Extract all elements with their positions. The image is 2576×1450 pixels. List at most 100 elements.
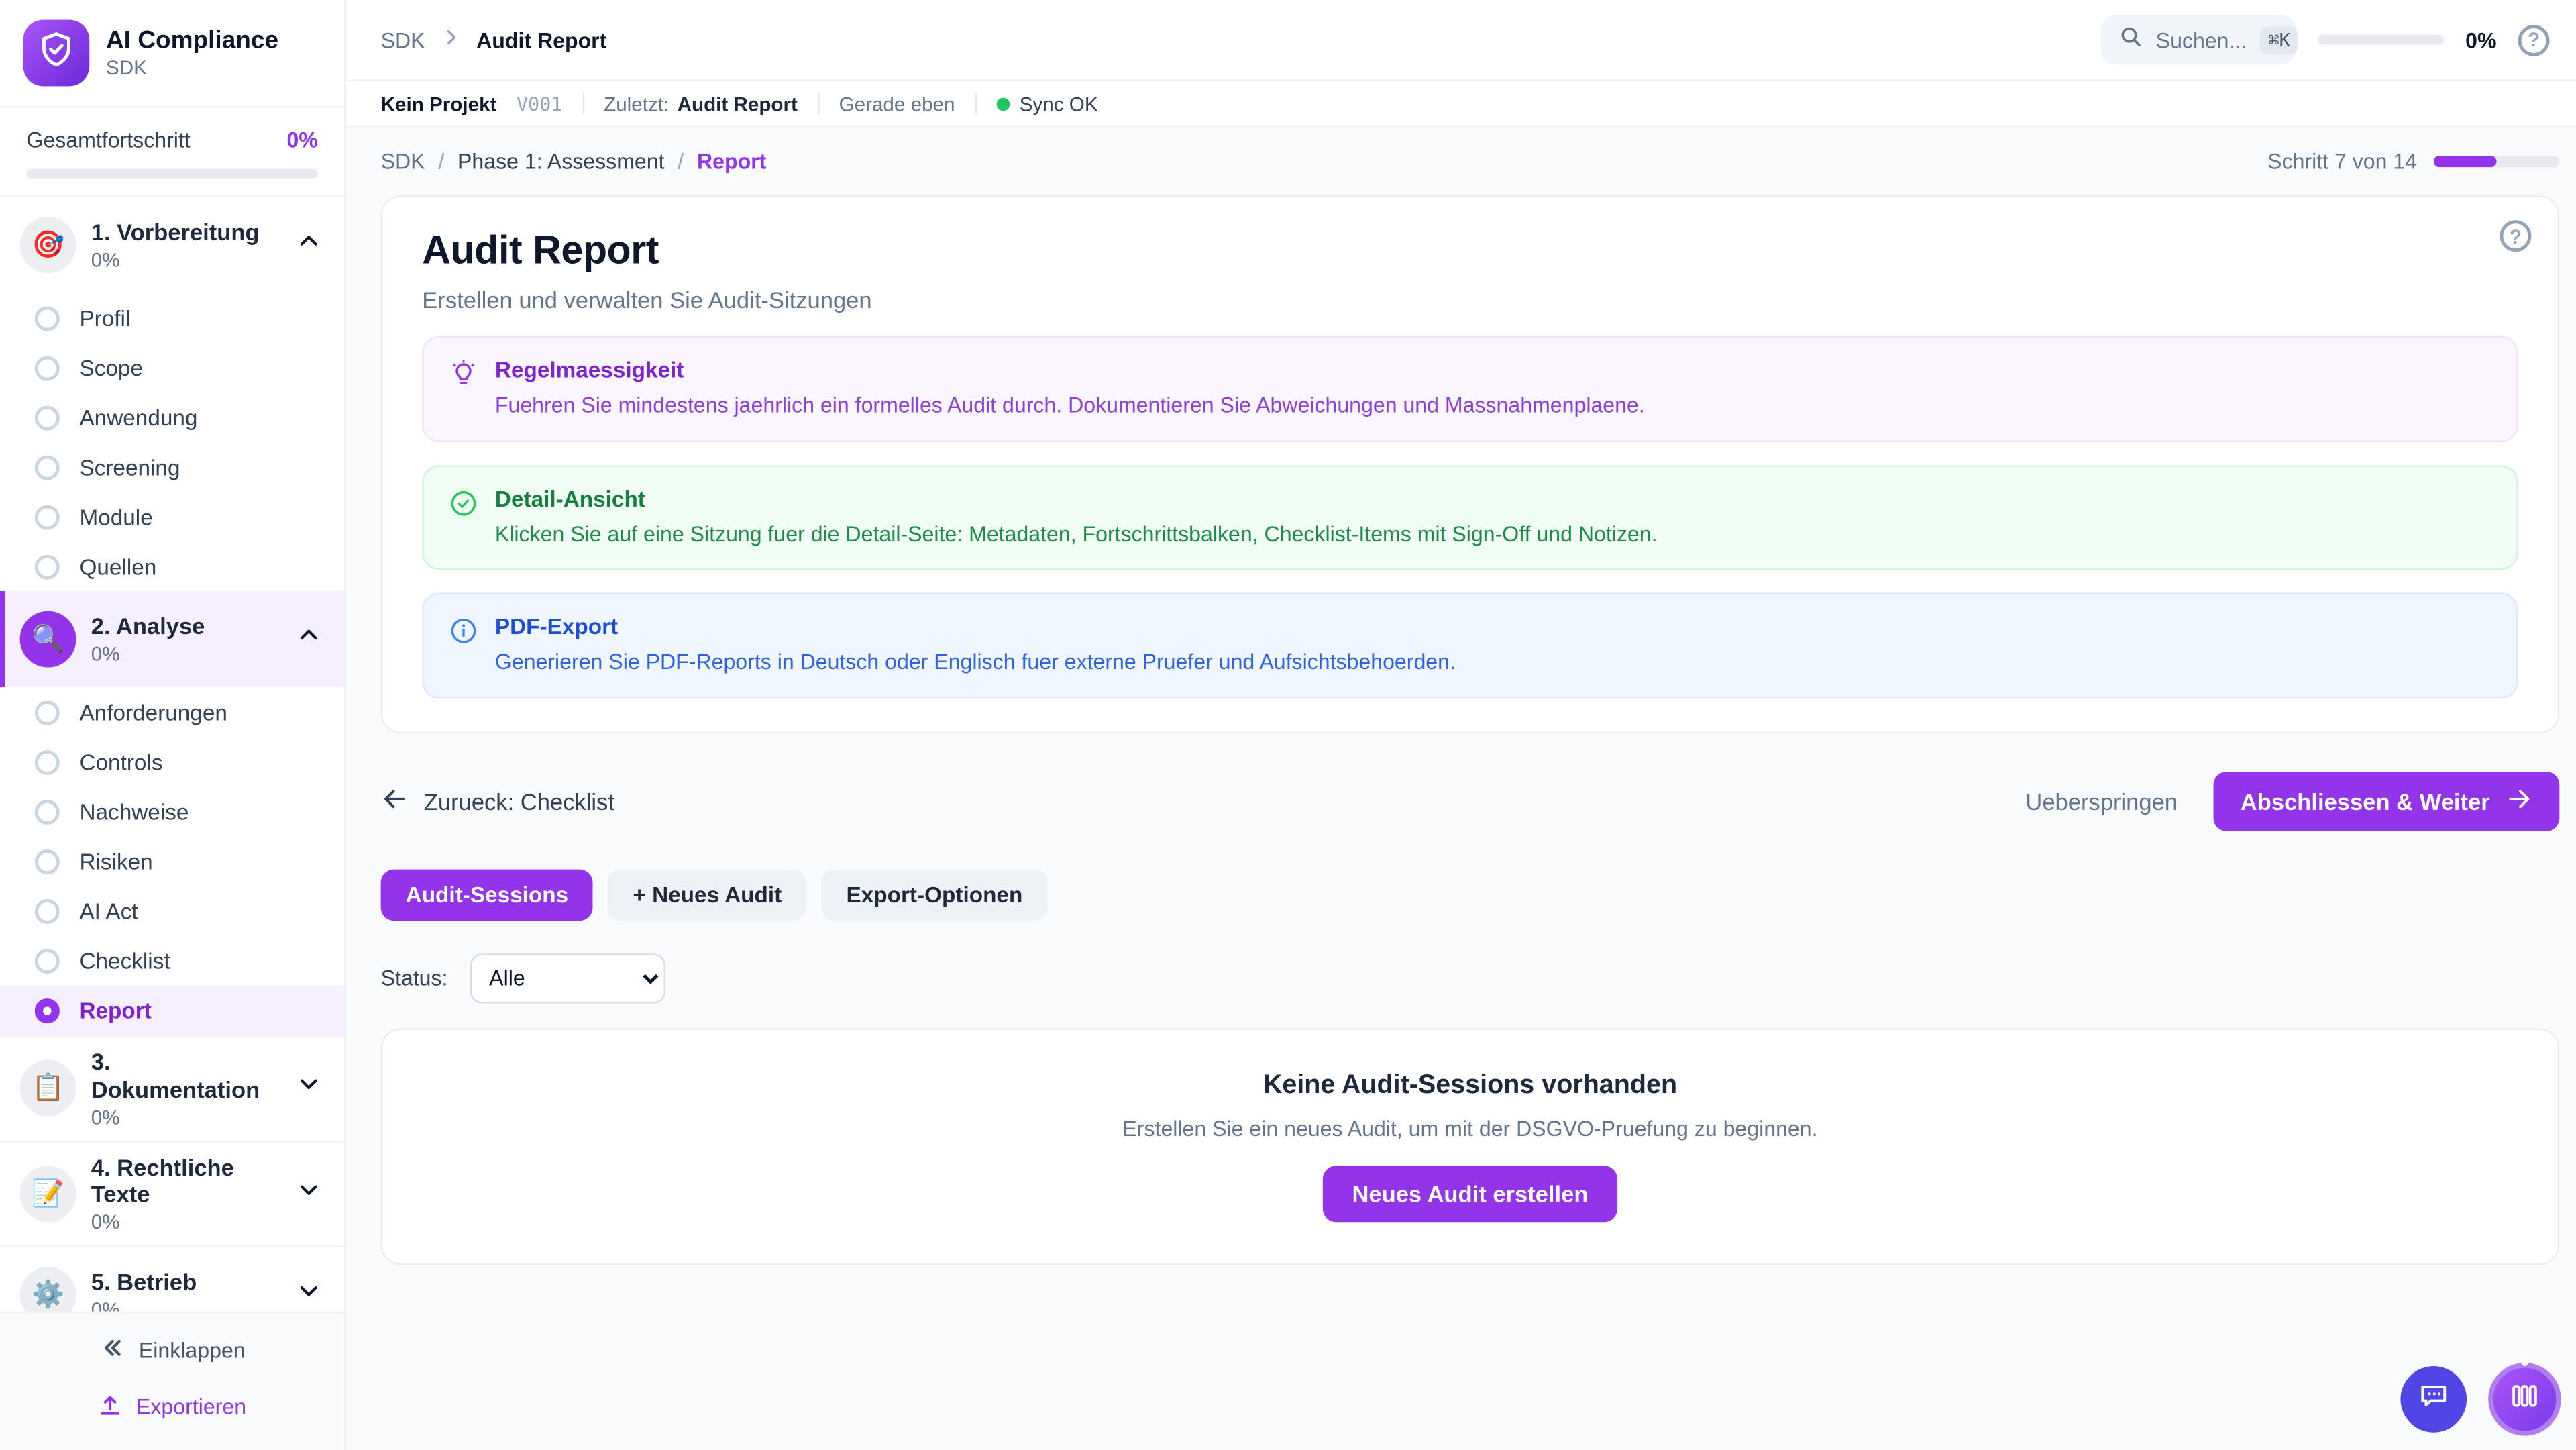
columns-icon — [2508, 1380, 2541, 1418]
create-audit-button[interactable]: Neues Audit erstellen — [1322, 1165, 1618, 1221]
breadcrumb: SDK Audit Report — [381, 26, 607, 52]
search-input[interactable]: Suchen... ⌘K — [2101, 15, 2296, 64]
section-label: 1. Vorbereitung — [91, 219, 282, 246]
sidebar-item-controls[interactable]: Controls — [0, 737, 344, 786]
app-title: AI Compliance — [106, 26, 278, 55]
sidebar-section-analyse[interactable]: 🔍 2. Analyse 0% — [0, 591, 344, 687]
tab-neues-audit[interactable]: + Neues Audit — [608, 869, 806, 921]
last-visited-label: Zuletzt: — [604, 92, 669, 115]
last-visited-value: Audit Report — [678, 92, 798, 115]
divider — [975, 93, 976, 114]
finish-next-button[interactable]: Abschliessen & Weiter — [2214, 771, 2559, 831]
sync-status: Sync OK — [996, 92, 1097, 115]
collapse-sidebar-button[interactable]: Einklappen — [89, 1332, 256, 1367]
breadcrumb-current: Audit Report — [476, 28, 606, 52]
board-view-fab-button[interactable] — [2488, 1362, 2561, 1435]
header-progress-value: 0% — [2465, 28, 2496, 52]
sidebar-item-module[interactable]: Module — [0, 492, 344, 541]
step-progress-fill — [2434, 156, 2497, 167]
info-box-body: Generieren Sie PDF-Reports in Deutsch od… — [495, 648, 1456, 676]
phase-crumb-sdk[interactable]: SDK — [381, 149, 425, 174]
section-progress: 0% — [91, 1106, 282, 1129]
phase-crumb-phase[interactable]: Phase 1: Assessment — [458, 149, 665, 174]
step-circle-icon — [35, 749, 60, 774]
back-link[interactable]: Zurueck: Checklist — [381, 784, 614, 817]
sidebar-item-anwendung[interactable]: Anwendung — [0, 393, 344, 442]
sidebar-section-dokumentation[interactable]: 📋 3. Dokumentation 0% — [0, 1035, 344, 1140]
chevron-down-icon — [297, 1072, 321, 1104]
overall-progress-track — [26, 169, 317, 179]
card-help-icon[interactable]: ? — [2500, 220, 2531, 252]
keyboard-shortcut-badge: ⌘K — [2260, 25, 2298, 54]
magnifier-icon: 🔍 — [20, 611, 76, 668]
step-circle-icon — [35, 898, 60, 923]
main-area: SDK Audit Report Suchen... ⌘K 0% ? Kein … — [346, 0, 2576, 1450]
step-progress: Schritt 7 von 14 — [2267, 149, 2559, 174]
chat-fab-button[interactable] — [2400, 1365, 2467, 1432]
sidebar-item-ai-act[interactable]: AI Act — [0, 886, 344, 935]
page-title: Audit Report — [422, 229, 2518, 275]
clipboard-icon: 📋 — [20, 1060, 76, 1117]
chevron-down-icon — [297, 1177, 321, 1210]
page-content: SDK / Phase 1: Assessment / Report Schri… — [346, 127, 2576, 1450]
sidebar-item-anforderungen[interactable]: Anforderungen — [0, 687, 344, 737]
sidebar-item-risiken[interactable]: Risiken — [0, 836, 344, 886]
sidebar-section-rechtliche-texte[interactable]: 📝 4. Rechtliche Texte 0% — [0, 1140, 344, 1245]
chat-bubble-icon — [2417, 1380, 2450, 1418]
sidebar-section-betrieb[interactable]: ⚙️ 5. Betrieb 0% — [0, 1245, 344, 1310]
overall-progress-value: 0% — [286, 127, 317, 152]
info-box-body: Fuehren Sie mindestens jaehrlich ein for… — [495, 391, 1645, 419]
divider — [818, 93, 819, 114]
phase-breadcrumb: SDK / Phase 1: Assessment / Report — [381, 149, 767, 174]
upload-icon — [98, 1392, 123, 1421]
help-icon[interactable]: ? — [2518, 24, 2550, 56]
tab-export-optionen[interactable]: Export-Optionen — [821, 869, 1047, 921]
export-button[interactable]: Exportieren — [88, 1390, 256, 1423]
info-box-title: Regelmaessigkeit — [495, 358, 1645, 382]
empty-state-card: Keine Audit-Sessions vorhanden Erstellen… — [381, 1028, 2560, 1265]
section-progress: 0% — [91, 248, 282, 272]
check-circle-icon — [449, 488, 478, 526]
info-box-title: PDF-Export — [495, 615, 1456, 639]
info-box-detail-ansicht: Detail-Ansicht Klicken Sie auf eine Sitz… — [422, 464, 2518, 570]
sidebar-item-checklist[interactable]: Checklist — [0, 935, 344, 985]
status-filter-select[interactable]: Alle — [471, 953, 666, 1003]
info-circle-icon — [449, 616, 478, 654]
step-circle-icon — [35, 554, 60, 579]
sidebar-item-scope[interactable]: Scope — [0, 343, 344, 393]
audit-report-card: ? Audit Report Erstellen und verwalten S… — [381, 195, 2560, 733]
sync-ok-dot-icon — [996, 97, 1010, 110]
phase-breadcrumb-row: SDK / Phase 1: Assessment / Report Schri… — [381, 149, 2560, 174]
sidebar-item-profil[interactable]: Profil — [0, 293, 344, 343]
section-label: 5. Betrieb — [91, 1269, 282, 1296]
phase-crumb-current: Report — [697, 149, 766, 174]
arrow-left-icon — [381, 784, 409, 817]
step-circle-icon — [35, 504, 60, 529]
info-box-title: Detail-Ansicht — [495, 486, 1658, 511]
sidebar-item-report[interactable]: Report — [0, 985, 344, 1035]
chevron-up-icon — [297, 623, 321, 656]
sidebar-item-screening[interactable]: Screening — [0, 442, 344, 492]
breadcrumb-sdk[interactable]: SDK — [381, 28, 425, 52]
chevron-down-icon — [297, 1279, 321, 1311]
step-circle-icon — [35, 948, 60, 973]
memo-icon: 📝 — [20, 1166, 76, 1222]
step-circle-icon — [35, 799, 60, 824]
skip-button[interactable]: Ueberspringen — [2025, 788, 2178, 814]
step-circle-icon — [35, 700, 60, 725]
sidebar-item-quellen[interactable]: Quellen — [0, 541, 344, 591]
app-logo — [23, 20, 90, 87]
sidebar-item-nachweise[interactable]: Nachweise — [0, 786, 344, 836]
step-circle-icon — [35, 405, 60, 429]
header-progress-track — [2318, 35, 2445, 45]
top-bar: SDK Audit Report Suchen... ⌘K 0% ? — [346, 0, 2576, 81]
tab-audit-sessions[interactable]: Audit-Sessions — [381, 869, 594, 921]
overall-progress-label: Gesamtfortschritt — [26, 127, 190, 152]
divider — [582, 93, 584, 114]
section-progress: 0% — [91, 642, 282, 666]
step-circle-active-icon — [35, 998, 60, 1023]
section-progress: 0% — [91, 1298, 282, 1310]
sidebar-section-vorbereitung[interactable]: 🎯 1. Vorbereitung 0% — [0, 197, 344, 293]
lightbulb-icon — [449, 360, 478, 398]
info-box-body: Klicken Sie auf eine Sitzung fuer die De… — [495, 519, 1658, 548]
